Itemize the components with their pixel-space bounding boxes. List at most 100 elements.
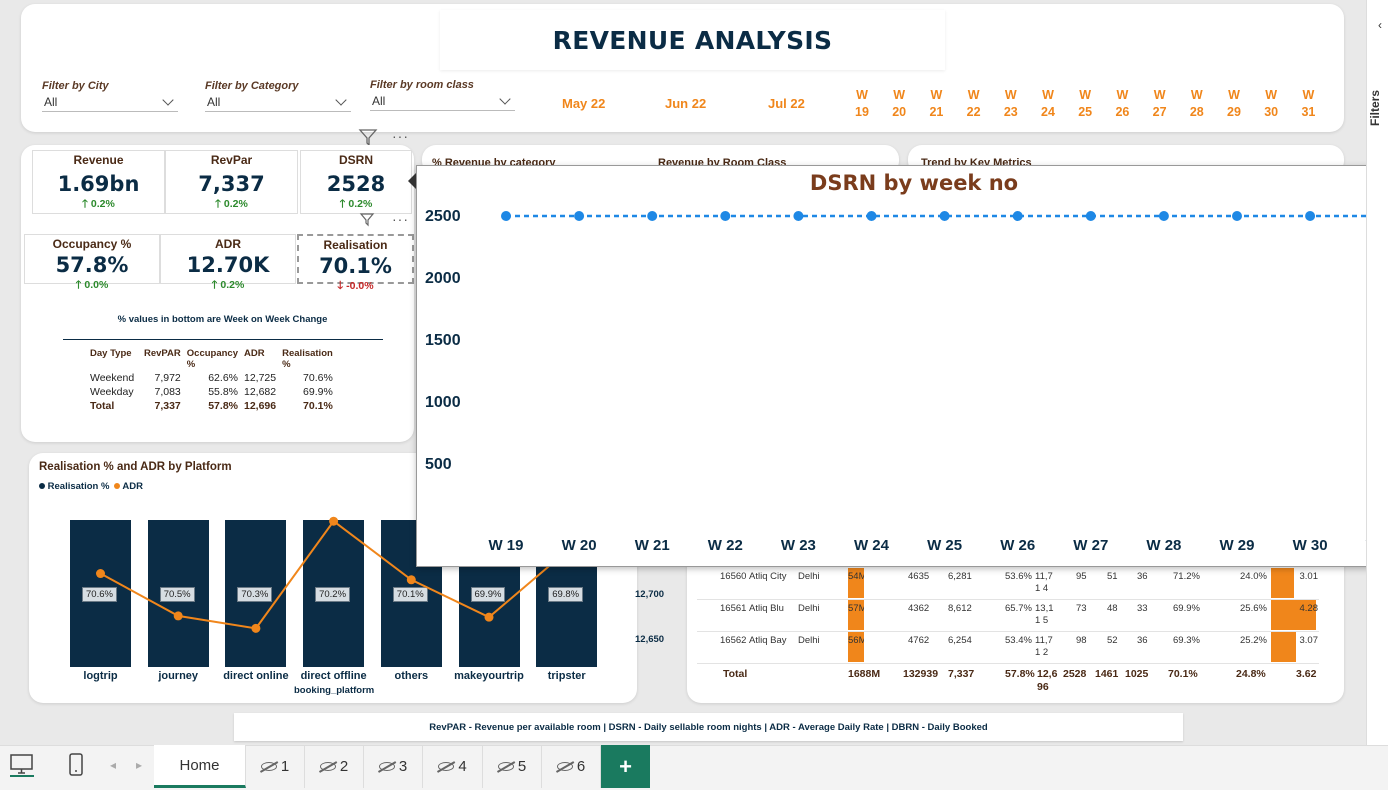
footer-note-text: RevPAR - Revenue per available room | DS… bbox=[429, 721, 988, 733]
cell: 62.6% bbox=[208, 372, 238, 384]
kpi-revpar-card[interactable]: RevPar 7,337 🡑 0.2% bbox=[165, 150, 298, 214]
filter-room-class[interactable]: Filter by room class All bbox=[370, 79, 515, 111]
daytype-table: Day Type RevPAR Occupancy % ADR Realisat… bbox=[87, 347, 336, 413]
adr-tick-12700: 12,700 bbox=[635, 589, 665, 600]
dsrn-point[interactable] bbox=[1305, 211, 1316, 221]
week-number: 26 bbox=[1115, 105, 1130, 119]
filter-category[interactable]: Filter by Category All bbox=[205, 80, 351, 112]
kpi-realisation-card[interactable]: Realisation 70.1% 🡓 -0.0% bbox=[297, 234, 414, 292]
collapse-chevron-icon[interactable]: ‹ bbox=[1378, 18, 1382, 32]
week-slicer-item[interactable]: W 21 bbox=[921, 87, 951, 121]
dsrn-point[interactable] bbox=[1012, 211, 1023, 221]
tab-label: 4 bbox=[458, 758, 467, 775]
week-slicer-item[interactable]: W 26 bbox=[1107, 87, 1137, 121]
filter-city[interactable]: Filter by City All bbox=[42, 80, 178, 112]
platform-chart-title: Realisation % and ADR by Platform bbox=[39, 461, 232, 473]
week-slicer-item[interactable]: W 31 bbox=[1293, 87, 1323, 121]
kpi-adr-card[interactable]: ADR 12.70K 🡑 0.2% bbox=[160, 234, 296, 291]
dsrn-point[interactable] bbox=[501, 211, 511, 221]
month-slicer-may[interactable]: May 22 bbox=[562, 96, 605, 111]
dsrn-point[interactable] bbox=[720, 211, 731, 221]
tab-page-6[interactable]: 6 bbox=[542, 745, 601, 788]
mobile-view-icon[interactable] bbox=[66, 752, 86, 783]
cell: 70.1% bbox=[303, 400, 333, 412]
tab-page-1[interactable]: 1 bbox=[246, 745, 305, 788]
kpi-occupancy--card[interactable]: Occupancy % 57.8% 🡑 0.0% bbox=[24, 234, 160, 291]
filter-category-select[interactable]: All bbox=[205, 92, 351, 112]
dsrn-point[interactable] bbox=[793, 211, 804, 221]
arrow-up-icon: 🡑 bbox=[82, 198, 91, 210]
dsrn-point[interactable] bbox=[866, 211, 877, 221]
tab-label: Home bbox=[179, 756, 220, 774]
dsrn-point[interactable] bbox=[1232, 211, 1242, 221]
cell: 12,725 bbox=[244, 372, 277, 384]
week-slicer-item[interactable]: W 30 bbox=[1256, 87, 1286, 121]
tab-page-4[interactable]: 4 bbox=[423, 745, 483, 788]
cell-g: 3.07 bbox=[1299, 635, 1319, 646]
week-slicer-item[interactable]: W 29 bbox=[1219, 87, 1249, 121]
col-occupancy[interactable]: Occupancy % bbox=[184, 347, 241, 371]
col-revpar[interactable]: RevPAR bbox=[141, 347, 184, 371]
adr-point[interactable] bbox=[173, 611, 183, 621]
kpi-revenue-card[interactable]: Revenue 1.69bn 🡑 0.2% bbox=[32, 150, 165, 214]
week-slicer-item[interactable]: W 22 bbox=[959, 87, 989, 121]
cell-rev: 57M bbox=[848, 603, 864, 614]
filters-pane-label[interactable]: Filters bbox=[1368, 90, 1382, 126]
cell-real: 69.3% bbox=[1173, 635, 1200, 646]
tab-page-3[interactable]: 3 bbox=[364, 745, 423, 788]
cell: 7,972 bbox=[154, 372, 181, 384]
desktop-view-icon[interactable] bbox=[8, 752, 36, 783]
next-page-icon[interactable]: ▸ bbox=[136, 758, 142, 772]
dsrn-x-tick: W 19 bbox=[488, 537, 523, 554]
dsrn-x-tick: W 23 bbox=[781, 537, 816, 554]
dsrn-point[interactable] bbox=[1158, 211, 1169, 221]
kpi-label: RevPar bbox=[210, 153, 253, 167]
week-slicer-item[interactable]: W 28 bbox=[1182, 87, 1212, 121]
col-realisation[interactable]: Realisation % bbox=[279, 347, 336, 371]
adr-point[interactable] bbox=[96, 569, 105, 579]
week-slicer-item[interactable]: W 19 bbox=[847, 87, 877, 121]
adr-point[interactable] bbox=[251, 623, 261, 633]
dsrn-y-tick: 1500 bbox=[425, 332, 461, 349]
tab-home[interactable]: Home bbox=[154, 745, 246, 788]
kpi-value: 1.69bn bbox=[57, 172, 140, 196]
total-cell-b: 7,337 bbox=[948, 668, 975, 680]
dsrn-point[interactable] bbox=[939, 211, 950, 221]
dsrn-point[interactable] bbox=[647, 211, 658, 221]
more-options-icon[interactable]: ··· bbox=[392, 211, 409, 227]
col-adr[interactable]: ADR bbox=[241, 347, 279, 371]
more-options-icon[interactable]: ··· bbox=[392, 128, 409, 144]
tab-page-2[interactable]: 2 bbox=[305, 745, 364, 788]
week-slicer-item[interactable]: W 20 bbox=[884, 87, 914, 121]
adr-point[interactable] bbox=[329, 516, 339, 526]
filter-icon[interactable] bbox=[359, 211, 375, 232]
tab-label: 2 bbox=[339, 758, 349, 775]
week-slicer-item[interactable]: W 27 bbox=[1145, 87, 1175, 121]
cell-b: 8,612 bbox=[948, 603, 972, 614]
table-row: Weekend 7,972 62.6% 12,725 70.6% bbox=[87, 371, 336, 385]
week-number: 24 bbox=[1041, 105, 1055, 119]
adr-point[interactable] bbox=[406, 575, 416, 585]
adr-point[interactable] bbox=[484, 612, 494, 622]
kpi-dsrn-card[interactable]: DSRN 2528 🡑 0.2% bbox=[300, 150, 412, 214]
cell-d: 52 bbox=[1107, 635, 1118, 646]
add-page-button[interactable]: + bbox=[601, 745, 650, 788]
popup-pointer bbox=[408, 173, 416, 189]
dsrn-point[interactable] bbox=[574, 211, 585, 221]
filter-room-class-select[interactable]: All bbox=[370, 91, 515, 111]
cell-e: 36 bbox=[1137, 571, 1148, 582]
tab-page-5[interactable]: 5 bbox=[483, 745, 542, 788]
table-row: Weekday 7,083 55.8% 12,682 69.9% bbox=[87, 385, 336, 399]
week-slicer-item[interactable]: W 23 bbox=[996, 87, 1026, 121]
tab-label: 3 bbox=[398, 758, 408, 775]
week-slicer-item[interactable]: W 25 bbox=[1070, 87, 1100, 121]
month-slicer-jul[interactable]: Jul 22 bbox=[768, 96, 805, 111]
month-slicer-jun[interactable]: Jun 22 bbox=[665, 96, 706, 111]
week-slicer-item[interactable]: W 24 bbox=[1033, 87, 1063, 121]
prev-page-icon[interactable]: ◂ bbox=[110, 758, 116, 772]
col-daytype[interactable]: Day Type bbox=[87, 347, 141, 371]
legend-dot-realisation bbox=[39, 483, 45, 489]
dsrn-point[interactable] bbox=[1085, 211, 1096, 221]
week-prefix: W bbox=[856, 88, 868, 102]
filter-city-select[interactable]: All bbox=[42, 92, 178, 112]
